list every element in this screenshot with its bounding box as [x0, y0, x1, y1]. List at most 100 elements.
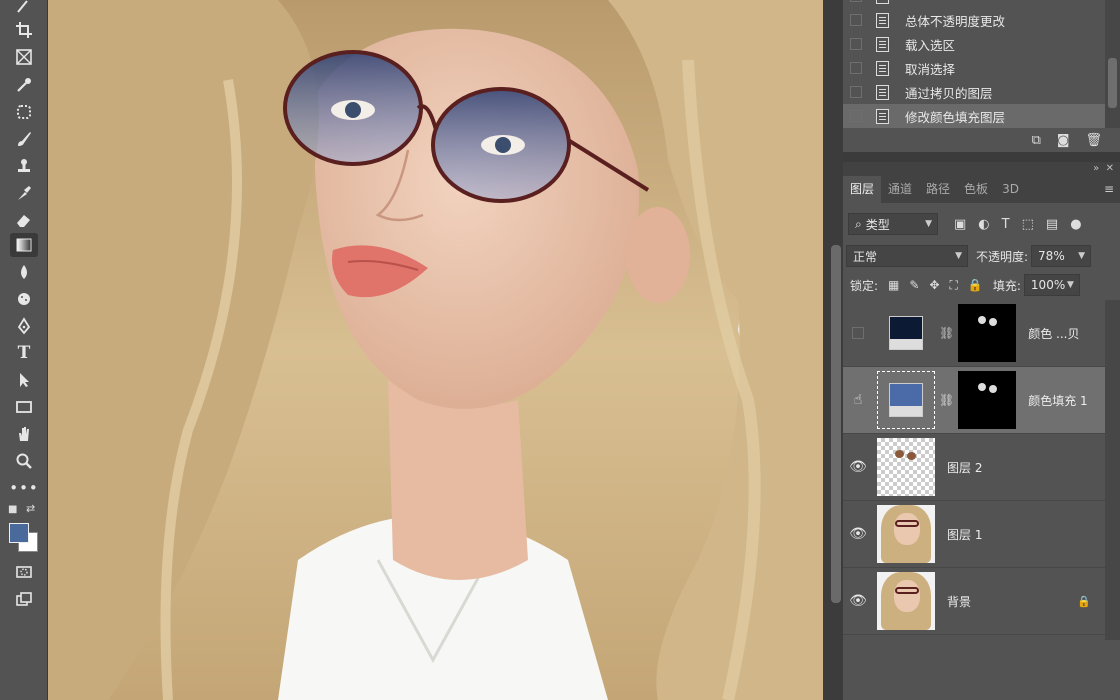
history-snapshot-checkbox[interactable] [850, 86, 862, 98]
blur-tool-icon[interactable] [10, 260, 38, 284]
layer-row-selected[interactable]: ☝ ⛓ 颜色填充 1 [843, 367, 1105, 434]
tab-swatches[interactable]: 色板 [957, 176, 995, 203]
visibility-toggle[interactable] [843, 300, 873, 367]
history-snapshot-checkbox[interactable] [850, 110, 862, 122]
layer-name[interactable]: 图层 2 [947, 459, 982, 476]
chevron-down-icon[interactable]: ▼ [1067, 280, 1074, 290]
collapse-icon[interactable]: » [1093, 163, 1099, 174]
brush-tool-icon[interactable] [10, 127, 38, 151]
screen-mode-icon[interactable] [10, 587, 38, 611]
tab-paths[interactable]: 路径 [919, 176, 957, 203]
opacity-value: 78% [1038, 249, 1065, 263]
path-selection-icon[interactable] [10, 368, 38, 392]
filter-smart-object-icon[interactable]: ▤ [1046, 217, 1058, 232]
gradient-tool-icon[interactable] [10, 233, 38, 257]
new-document-from-state-icon[interactable]: ⧉ [1032, 133, 1041, 148]
panel-menu-icon[interactable]: ≡ [1104, 176, 1114, 203]
link-icon[interactable]: ⛓ [939, 393, 954, 407]
link-icon[interactable]: ⛓ [939, 326, 954, 340]
lock-all-icon[interactable]: 🔒 [968, 278, 983, 292]
layer-name[interactable]: 图层 1 [947, 526, 982, 543]
blend-mode-select[interactable]: 正常 ▼ [846, 245, 968, 267]
canvas-scrollbar-thumb[interactable] [831, 245, 841, 603]
history-item[interactable]: 总体不透明度更改 [843, 8, 1105, 32]
eye-icon[interactable]: 👁 [843, 568, 873, 635]
document-canvas[interactable] [48, 0, 823, 700]
frame-tool-icon[interactable] [10, 45, 38, 69]
opacity-label: 不透明度: [976, 249, 1029, 264]
layer-name[interactable]: 背景 [947, 593, 971, 610]
tab-3d[interactable]: 3D [995, 176, 1026, 203]
camera-snapshot-icon[interactable]: ◙ [1057, 133, 1070, 148]
lock-icon: 🔒 [1077, 594, 1091, 608]
pen-tool-icon[interactable] [10, 314, 38, 338]
history-item[interactable]: 载入选区 [843, 32, 1105, 56]
opacity-input[interactable]: 78% ▼ [1031, 245, 1092, 267]
filter-toggle-icon[interactable]: ● [1070, 217, 1081, 232]
visibility-toggle[interactable]: ☝ [843, 367, 873, 434]
history-snapshot-checkbox[interactable] [850, 14, 862, 26]
sponge-tool-icon[interactable] [10, 287, 38, 311]
crop-tool-icon[interactable] [10, 18, 38, 42]
trash-icon[interactable]: 🗑 [1085, 133, 1102, 148]
eraser-tool-icon[interactable] [10, 208, 38, 232]
layer-name[interactable]: 颜色 ...贝 [1028, 325, 1079, 342]
eyedropper-tool-icon[interactable] [10, 73, 38, 97]
tab-channels[interactable]: 通道 [881, 176, 919, 203]
layer-filter-row: ⌕ 类型 ▼ ▣ ◐ T ⬚ ▤ ● [843, 210, 1120, 238]
history-panel: 总体不透明度更改 载入选区 取消选择 通过拷贝的图层 修改颜色填充图层 ⧉ ◙ … [843, 0, 1120, 152]
layer-row[interactable]: 👁 图层 2 [843, 434, 1105, 501]
history-item-partial[interactable] [843, 0, 1105, 8]
history-brush-icon[interactable] [10, 181, 38, 205]
history-scrollbar[interactable] [1105, 0, 1120, 128]
eye-icon[interactable]: 👁 [843, 434, 873, 501]
quick-mask-icon[interactable] [10, 560, 38, 584]
type-tool-icon[interactable]: T [10, 341, 38, 365]
history-item[interactable]: 通过拷贝的图层 [843, 80, 1105, 104]
history-snapshot-checkbox[interactable] [850, 62, 862, 74]
close-panel-icon[interactable]: ✕ [1106, 163, 1114, 174]
brush-partial-icon[interactable] [10, 0, 38, 18]
layer-row[interactable]: 👁 图层 1 [843, 501, 1105, 568]
history-item[interactable]: 取消选择 [843, 56, 1105, 80]
lock-position-icon[interactable]: ✥ [929, 278, 939, 292]
zoom-tool-icon[interactable] [10, 449, 38, 473]
layer-thumbnail[interactable] [877, 505, 935, 563]
layers-scrollbar[interactable] [1105, 300, 1120, 640]
lock-transparent-icon[interactable]: ▦ [888, 278, 899, 292]
layer-thumbnail[interactable] [877, 438, 935, 496]
swap-colors-icon[interactable]: ⇄ [26, 502, 35, 515]
chevron-down-icon[interactable]: ▼ [1078, 251, 1085, 261]
layer-mask-thumbnail[interactable] [958, 371, 1017, 429]
panel-divider [843, 152, 1120, 162]
layer-thumbnail[interactable] [877, 572, 935, 630]
history-item-selected[interactable]: 修改颜色填充图层 [843, 104, 1105, 128]
hand-tool-icon[interactable] [10, 422, 38, 446]
hidden-visibility-box[interactable] [852, 327, 864, 339]
history-snapshot-checkbox[interactable] [850, 38, 862, 50]
rectangle-tool-icon[interactable] [10, 395, 38, 419]
filter-type-icon[interactable]: T [1002, 217, 1010, 232]
layer-row[interactable]: ⛓ 颜色 ...贝 [843, 300, 1105, 367]
layer-name[interactable]: 颜色填充 1 [1028, 392, 1087, 409]
filter-shape-icon[interactable]: ⬚ [1022, 217, 1034, 232]
layer-row[interactable]: 👁 背景 🔒 [843, 568, 1105, 635]
filter-pixel-icon[interactable]: ▣ [954, 217, 966, 232]
layer-mask-thumbnail[interactable] [958, 304, 1017, 362]
fill-input[interactable]: 100% ▼ [1023, 274, 1080, 296]
fill-layer-thumbnail[interactable] [877, 304, 935, 362]
filter-kind-select[interactable]: ⌕ 类型 ▼ [848, 213, 938, 235]
filter-adjustment-icon[interactable]: ◐ [978, 217, 989, 232]
default-colors-icon[interactable]: ■ [8, 504, 17, 515]
clone-stamp-icon[interactable] [10, 154, 38, 178]
lock-pixels-icon[interactable]: ✎ [909, 278, 919, 292]
panel-collapse-bar[interactable]: » ✕ [843, 162, 1120, 176]
canvas-scrollbar[interactable] [823, 0, 843, 700]
foreground-color-swatch[interactable] [9, 523, 29, 543]
tab-layers[interactable]: 图层 [843, 176, 882, 203]
fill-layer-thumbnail[interactable] [877, 371, 935, 429]
more-tools-icon[interactable]: ••• [9, 476, 38, 500]
eye-icon[interactable]: 👁 [843, 501, 873, 568]
lock-artboard-icon[interactable]: ⛶ [950, 278, 958, 293]
healing-brush-icon[interactable] [10, 100, 38, 124]
